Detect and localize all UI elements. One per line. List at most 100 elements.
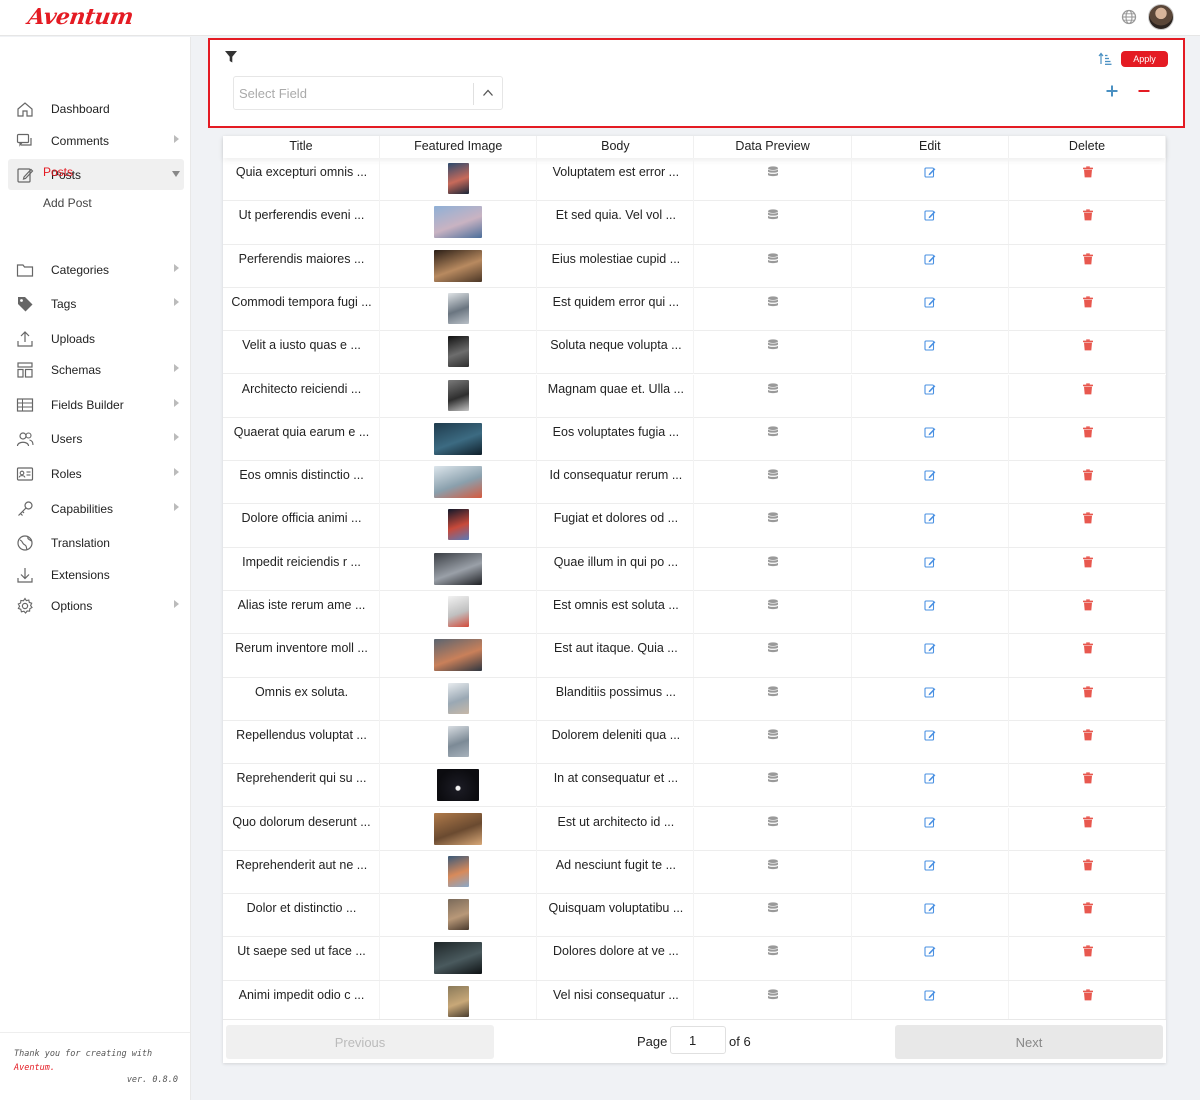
edit-icon[interactable] [924,383,936,395]
database-icon[interactable] [767,859,779,871]
remove-filter-minus-icon[interactable] [1137,84,1151,98]
database-icon[interactable] [767,252,779,265]
featured-image-thumbnail[interactable] [434,639,483,672]
trash-icon[interactable] [1082,296,1094,308]
database-icon[interactable] [767,426,779,438]
sidebar-item-users[interactable]: Users [8,423,184,454]
edit-icon[interactable] [924,772,936,784]
featured-image-thumbnail[interactable] [448,855,470,887]
add-filter-plus-icon[interactable] [1105,84,1119,98]
sidebar-item-extensions[interactable]: Extensions [8,559,184,590]
trash-icon[interactable] [1082,902,1094,914]
featured-image-thumbnail[interactable] [448,985,470,1017]
featured-image-thumbnail[interactable] [434,812,483,845]
trash-icon[interactable] [1082,426,1094,438]
trash-icon[interactable] [1082,556,1094,568]
edit-icon[interactable] [924,945,936,957]
trash-icon[interactable] [1082,685,1094,698]
database-icon[interactable] [767,209,779,221]
edit-icon[interactable] [924,859,936,871]
database-icon[interactable] [767,642,779,654]
trash-icon[interactable] [1082,339,1094,351]
sidebar-item-comments[interactable]: Comments [8,125,184,156]
featured-image-thumbnail[interactable] [448,379,470,411]
edit-icon[interactable] [924,642,936,654]
database-icon[interactable] [767,729,779,741]
database-icon[interactable] [767,685,779,698]
trash-icon[interactable] [1082,945,1094,957]
sidebar-item-capabilities[interactable]: Capabilities [8,493,184,524]
edit-icon[interactable] [924,816,936,828]
edit-icon[interactable] [924,902,936,914]
featured-image-thumbnail[interactable] [448,509,470,541]
database-icon[interactable] [767,469,779,481]
featured-image-thumbnail[interactable] [434,422,483,455]
edit-icon[interactable] [924,426,936,438]
featured-image-thumbnail[interactable] [434,942,483,975]
sidebar-item-fields-builder[interactable]: Fields Builder [8,389,184,420]
featured-image-thumbnail[interactable] [448,336,470,368]
field-select[interactable]: Select Field [233,76,503,110]
user-avatar[interactable] [1148,4,1174,30]
sidebar-item-categories[interactable]: Categories [8,254,184,285]
edit-icon[interactable] [924,989,936,1001]
database-icon[interactable] [767,902,779,914]
trash-icon[interactable] [1082,989,1094,1001]
edit-icon[interactable] [924,729,936,741]
sidebar-subitem-add-post[interactable]: Add Post [43,196,92,210]
featured-image-thumbnail[interactable] [448,725,470,757]
edit-icon[interactable] [924,599,936,611]
edit-icon[interactable] [924,556,936,568]
edit-icon[interactable] [924,296,936,308]
sidebar-item-translation[interactable]: Translation [8,527,184,558]
featured-image-thumbnail[interactable] [448,596,470,627]
sidebar-item-tags[interactable]: Tags [8,288,184,319]
sidebar-subitem-posts[interactable]: Posts [43,165,73,179]
footer-brand-link[interactable]: Aventum. [14,1063,55,1073]
edit-icon[interactable] [924,686,936,698]
trash-icon[interactable] [1082,166,1094,178]
sidebar-item-posts[interactable]: Posts [8,159,184,190]
edit-icon[interactable] [924,209,936,221]
trash-icon[interactable] [1082,642,1094,654]
featured-image-thumbnail[interactable] [437,769,480,802]
trash-icon[interactable] [1082,512,1094,524]
database-icon[interactable] [767,945,779,957]
edit-icon[interactable] [924,166,936,178]
previous-page-button[interactable]: Previous [226,1025,494,1059]
featured-image-thumbnail[interactable] [434,466,483,499]
column-header-body[interactable]: Body [537,136,695,158]
database-icon[interactable] [767,815,779,828]
column-header-featured-image[interactable]: Featured Image [380,136,538,158]
column-header-edit[interactable]: Edit [852,136,1009,158]
featured-image-thumbnail[interactable] [434,206,483,239]
trash-icon[interactable] [1082,252,1094,265]
trash-icon[interactable] [1082,729,1094,741]
sidebar-item-roles[interactable]: Roles [8,458,184,489]
sidebar-item-dashboard[interactable]: Dashboard [8,93,184,124]
trash-icon[interactable] [1082,209,1094,221]
edit-icon[interactable] [924,512,936,524]
trash-icon[interactable] [1082,599,1094,611]
featured-image-thumbnail[interactable] [448,163,470,194]
featured-image-thumbnail[interactable] [434,552,483,585]
column-header-data-preview[interactable]: Data Preview [695,136,852,158]
database-icon[interactable] [767,989,779,1001]
sort-ascending-icon[interactable] [1098,52,1112,66]
sidebar-item-options[interactable]: Options [8,590,184,621]
database-icon[interactable] [767,166,779,178]
database-icon[interactable] [767,296,779,308]
database-icon[interactable] [767,599,779,611]
trash-icon[interactable] [1082,772,1094,784]
sidebar-item-uploads[interactable]: Uploads [8,323,184,354]
database-icon[interactable] [767,556,779,568]
language-globe-icon[interactable] [1121,9,1137,25]
chevron-up-icon[interactable] [482,87,494,99]
trash-icon[interactable] [1082,382,1094,395]
next-page-button[interactable]: Next [895,1025,1163,1059]
sidebar-item-schemas[interactable]: Schemas [8,354,184,385]
app-logo[interactable]: Aventum [26,4,135,30]
database-icon[interactable] [767,382,779,395]
trash-icon[interactable] [1082,859,1094,871]
page-number-input[interactable] [670,1026,726,1054]
